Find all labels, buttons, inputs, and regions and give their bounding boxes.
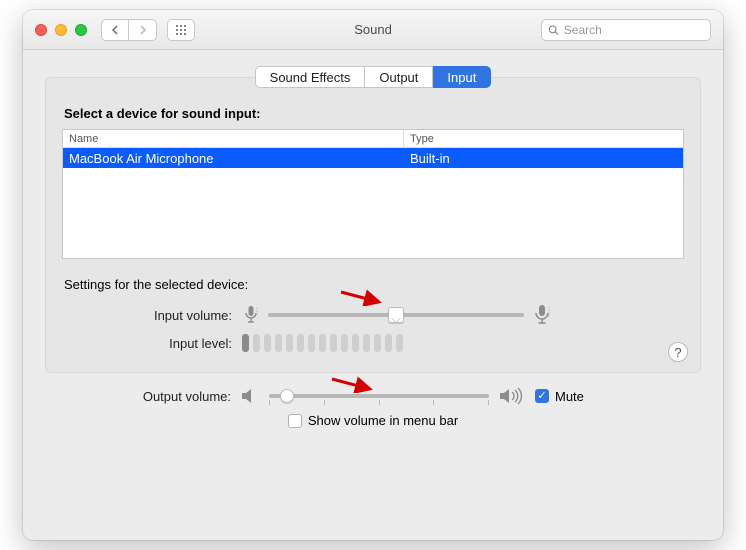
mute-label: Mute xyxy=(555,389,584,404)
window-controls xyxy=(35,24,87,36)
device-list-header: Name Type xyxy=(63,130,683,148)
speaker-low-icon xyxy=(241,388,259,404)
input-volume-label: Input volume: xyxy=(62,308,242,323)
menu-bar-label: Show volume in menu bar xyxy=(308,413,458,428)
input-volume-slider[interactable] xyxy=(268,313,524,317)
device-list: Name Type MacBook Air Microphone Built-i… xyxy=(62,129,684,259)
microphone-high-icon xyxy=(532,304,552,326)
nav-buttons xyxy=(101,19,157,41)
output-volume-slider[interactable] xyxy=(269,394,489,398)
minimize-window-button[interactable] xyxy=(55,24,67,36)
panel-heading: Select a device for sound input: xyxy=(64,106,684,121)
sound-preferences-window: Sound Sound Effects Output Input Select … xyxy=(23,10,723,540)
tab-input[interactable]: Input xyxy=(433,66,491,88)
back-button[interactable] xyxy=(101,19,129,41)
output-volume-label: Output volume: xyxy=(45,389,241,404)
mute-checkbox[interactable] xyxy=(535,389,549,403)
device-type: Built-in xyxy=(404,148,683,168)
input-panel: Select a device for sound input: Name Ty… xyxy=(45,77,701,373)
microphone-low-icon xyxy=(242,305,260,325)
input-volume-row: Input volume: xyxy=(62,304,684,326)
menu-bar-row[interactable]: Show volume in menu bar xyxy=(45,413,701,428)
column-header-type[interactable]: Type xyxy=(404,130,683,147)
tab-sound-effects[interactable]: Sound Effects xyxy=(255,66,366,88)
bottom-section: Output volume: Mute Show volume xyxy=(45,387,701,428)
speaker-high-icon xyxy=(499,387,523,405)
tabs: Sound Effects Output Input xyxy=(45,66,701,88)
search-input[interactable] xyxy=(564,23,704,37)
output-volume-thumb[interactable] xyxy=(280,389,294,403)
input-volume-control xyxy=(242,304,552,326)
settings-heading: Settings for the selected device: xyxy=(64,277,684,292)
input-level-meter xyxy=(242,334,403,352)
device-name: MacBook Air Microphone xyxy=(63,148,404,168)
search-icon xyxy=(548,24,559,36)
search-field[interactable] xyxy=(541,19,711,41)
close-window-button[interactable] xyxy=(35,24,47,36)
menu-bar-checkbox[interactable] xyxy=(288,414,302,428)
zoom-window-button[interactable] xyxy=(75,24,87,36)
show-all-button[interactable] xyxy=(167,19,195,41)
chevron-left-icon xyxy=(111,25,119,35)
output-volume-row: Output volume: Mute xyxy=(45,387,701,405)
help-button[interactable]: ? xyxy=(668,342,688,362)
input-volume-thumb[interactable] xyxy=(388,307,404,323)
mute-control[interactable]: Mute xyxy=(535,389,584,404)
column-header-name[interactable]: Name xyxy=(63,130,404,147)
input-level-label: Input level: xyxy=(62,336,242,351)
device-list-row[interactable]: MacBook Air Microphone Built-in xyxy=(63,148,683,168)
forward-button[interactable] xyxy=(129,19,157,41)
chevron-right-icon xyxy=(139,25,147,35)
body: Sound Effects Output Input Select a devi… xyxy=(23,50,723,540)
titlebar: Sound xyxy=(23,10,723,50)
tab-output[interactable]: Output xyxy=(365,66,433,88)
input-level-row: Input level: xyxy=(62,334,684,352)
grid-icon xyxy=(175,24,187,36)
